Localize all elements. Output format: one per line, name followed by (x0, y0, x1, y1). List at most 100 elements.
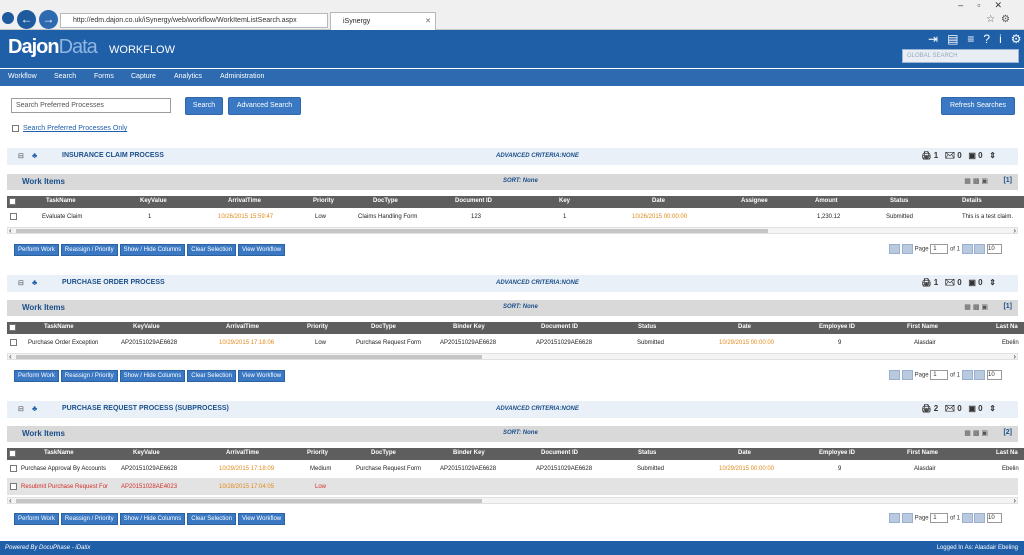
reassign-priority-button[interactable]: Reassign / Priority (60, 513, 118, 525)
page-input[interactable]: 1 (930, 244, 949, 254)
close-tab-icon[interactable]: ✕ (425, 13, 431, 30)
row-checkbox[interactable] (10, 339, 17, 346)
documents-icon[interactable]: ▤ (947, 32, 958, 46)
first-page-button[interactable] (889, 513, 901, 523)
prev-page-button[interactable] (901, 370, 913, 380)
col-first-name[interactable]: First Name (907, 450, 938, 456)
scroll-right-icon[interactable]: › (1013, 496, 1016, 505)
col-priority[interactable]: Priority (307, 450, 328, 456)
info-icon[interactable]: i (999, 32, 1002, 46)
forward-button[interactable]: → (39, 10, 58, 29)
col-keyvalue[interactable]: KeyValue (140, 198, 167, 204)
view-workflow-button[interactable]: View Workflow (237, 513, 286, 525)
next-page-button[interactable] (961, 513, 973, 523)
page-size-select[interactable]: 10 (987, 370, 1002, 380)
export-icons[interactable]: ▦ ▩ ▣ (964, 429, 988, 437)
help-icon[interactable]: ? (983, 32, 990, 46)
menu-capture[interactable]: Capture (131, 73, 156, 80)
row-checkbox[interactable] (10, 483, 17, 490)
perform-work-button[interactable]: Perform Work (14, 370, 59, 382)
table-row[interactable]: Evaluate Claim 1 10/26/2015 15:59:47 Low… (7, 210, 1018, 224)
col-key[interactable]: Key (559, 198, 570, 204)
advanced-search-button[interactable]: Advanced Search (228, 97, 301, 115)
back-button[interactable]: ← (17, 10, 36, 29)
last-page-button[interactable] (974, 513, 986, 523)
col-status[interactable]: Status (890, 198, 908, 204)
page-size-select[interactable]: 10 (987, 244, 1002, 254)
col-doctype[interactable]: DocType (371, 324, 396, 330)
col-doctype[interactable]: DocType (371, 450, 396, 456)
col-taskname[interactable]: TaskName (46, 198, 76, 204)
clear-selection-button[interactable]: Clear Selection (187, 370, 236, 382)
col-arrivaltime[interactable]: ArrivalTime (226, 324, 259, 330)
select-all-checkbox[interactable] (9, 450, 16, 457)
export-icons[interactable]: ▦ ▩ ▣ (964, 177, 988, 185)
browser-tools-icons[interactable]: ☆⚙ (986, 14, 1016, 25)
first-page-button[interactable] (889, 244, 901, 254)
show-hide-columns-button[interactable]: Show / Hide Columns (119, 513, 186, 525)
show-hide-columns-button[interactable]: Show / Hide Columns (119, 244, 186, 256)
view-workflow-button[interactable]: View Workflow (237, 244, 286, 256)
horizontal-scrollbar[interactable]: ‹ › (7, 226, 1018, 235)
col-taskname[interactable]: TaskName (44, 324, 74, 330)
table-row[interactable]: Purchase Order Exception AP20151029AE662… (7, 336, 1019, 350)
scroll-right-icon[interactable]: › (1013, 226, 1016, 235)
reassign-priority-button[interactable]: Reassign / Priority (60, 370, 118, 382)
col-document-id[interactable]: Document ID (455, 198, 492, 204)
page-input[interactable]: 1 (930, 370, 949, 380)
collapse-toggle-icon[interactable]: ⊟ (18, 152, 24, 160)
first-page-button[interactable] (889, 370, 901, 380)
last-page-button[interactable] (974, 244, 986, 254)
export-icons[interactable]: ▦ ▩ ▣ (964, 303, 988, 311)
col-doctype[interactable]: DocType (373, 198, 398, 204)
refresh-searches-button[interactable]: Refresh Searches (941, 97, 1015, 115)
col-priority[interactable]: Priority (313, 198, 334, 204)
col-employee-id[interactable]: Employee ID (819, 450, 855, 456)
col-date[interactable]: Date (738, 324, 751, 330)
scroll-left-icon[interactable]: ‹ (9, 226, 12, 235)
scroll-left-icon[interactable]: ‹ (9, 496, 12, 505)
horizontal-scrollbar[interactable]: ‹ › (7, 352, 1018, 361)
col-amount[interactable]: Amount (815, 198, 838, 204)
col-priority[interactable]: Priority (307, 324, 328, 330)
global-search-input[interactable]: GLOBAL SEARCH (902, 49, 1019, 63)
page-size-select[interactable]: 10 (987, 513, 1002, 523)
col-keyvalue[interactable]: KeyValue (133, 450, 160, 456)
col-document-id[interactable]: Document ID (541, 450, 578, 456)
preferred-only-label[interactable]: Search Preferred Processes Only (23, 125, 127, 132)
scroll-right-icon[interactable]: › (1013, 352, 1016, 361)
prev-page-button[interactable] (901, 244, 913, 254)
scroll-thumb[interactable] (16, 229, 768, 233)
window-controls[interactable]: –▫✕ (958, 0, 1016, 11)
preferred-process-search-input[interactable]: Search Preferred Processes (11, 98, 171, 113)
menu-search[interactable]: Search (54, 73, 76, 80)
last-page-button[interactable] (974, 370, 986, 380)
table-row[interactable]: Resubmit Purchase Request For AP20151028… (7, 478, 1018, 495)
menu-workflow[interactable]: Workflow (8, 73, 37, 80)
col-status[interactable]: Status (638, 324, 656, 330)
col-details[interactable]: Details (962, 198, 982, 204)
horizontal-scrollbar[interactable]: ‹ › (7, 496, 1018, 505)
col-binder-key[interactable]: Binder Key (453, 324, 485, 330)
col-keyvalue[interactable]: KeyValue (133, 324, 160, 330)
col-last-name[interactable]: Last Na (996, 450, 1018, 456)
next-page-button[interactable] (961, 370, 973, 380)
row-checkbox[interactable] (10, 465, 17, 472)
col-taskname[interactable]: TaskName (44, 450, 74, 456)
col-document-id[interactable]: Document ID (541, 324, 578, 330)
select-all-checkbox[interactable] (9, 324, 16, 331)
col-status[interactable]: Status (638, 450, 656, 456)
clear-selection-button[interactable]: Clear Selection (187, 244, 236, 256)
browser-tab[interactable]: iSynergy ✕ (330, 12, 436, 30)
menu-analytics[interactable]: Analytics (174, 73, 202, 80)
clear-selection-button[interactable]: Clear Selection (187, 513, 236, 525)
menu-forms[interactable]: Forms (94, 73, 114, 80)
row-checkbox[interactable] (10, 213, 17, 220)
page-input[interactable]: 1 (930, 513, 949, 523)
col-assignee[interactable]: Assignee (741, 198, 768, 204)
address-bar[interactable]: http://edm.dajon.co.uk/iSynergy/web/work… (60, 13, 328, 28)
logout-icon[interactable]: ⇥ (928, 32, 938, 46)
col-binder-key[interactable]: Binder Key (453, 450, 485, 456)
menu-administration[interactable]: Administration (220, 73, 264, 80)
select-all-checkbox[interactable] (9, 198, 16, 205)
